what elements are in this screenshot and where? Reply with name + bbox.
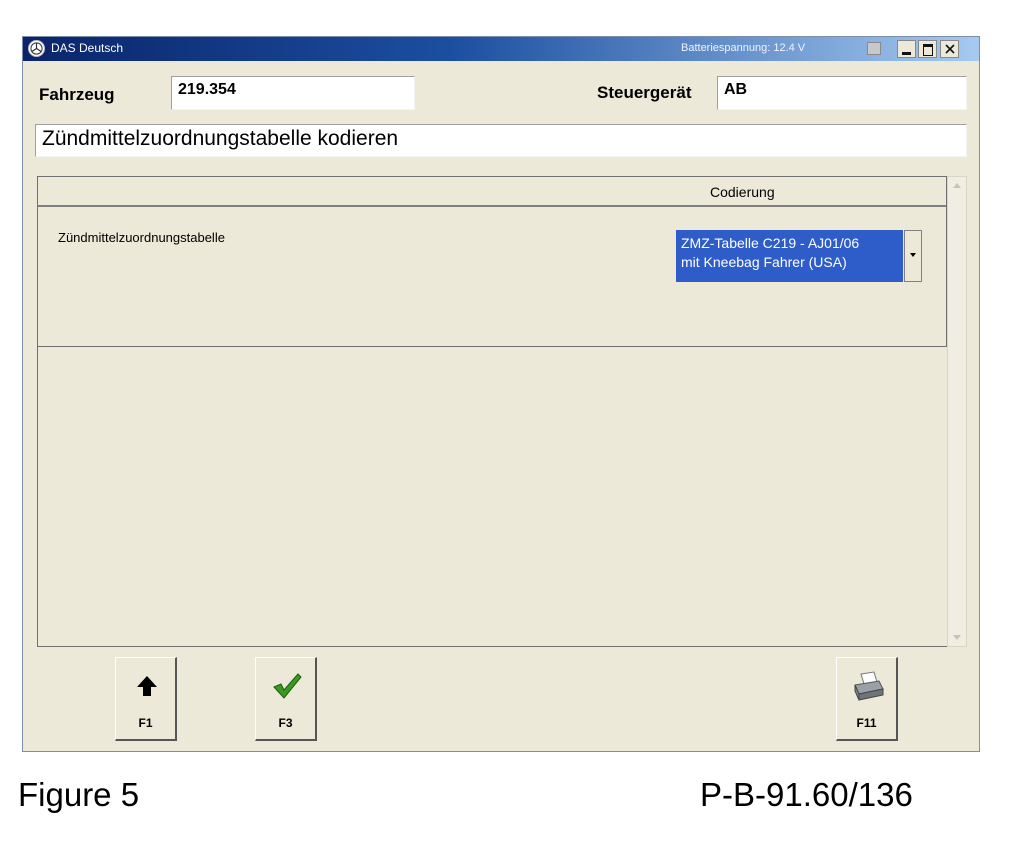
close-button[interactable] bbox=[940, 40, 959, 58]
steuergeraet-field[interactable]: AB bbox=[717, 76, 967, 110]
f3-button[interactable]: F3 bbox=[255, 657, 317, 741]
window-title: DAS Deutsch bbox=[51, 41, 124, 55]
scroll-down-icon[interactable] bbox=[951, 632, 963, 642]
table-row-label: Zündmittelzuordnungstabelle bbox=[58, 230, 225, 245]
vertical-scrollbar[interactable] bbox=[947, 176, 967, 647]
checkmark-icon bbox=[271, 670, 303, 702]
title-bar: DAS Deutsch Batteriespannung: 12.4 V bbox=[23, 37, 979, 61]
f3-label: F3 bbox=[278, 716, 293, 730]
f11-button[interactable]: F11 bbox=[836, 657, 898, 741]
figure-caption: Figure 5 bbox=[18, 776, 140, 813]
dropdown-value-line-2: mit Kneebag Fahrer (USA) bbox=[681, 254, 847, 270]
page-title: Zündmittelzuordnungstabelle kodieren bbox=[35, 124, 967, 157]
mercedes-star-icon bbox=[28, 40, 45, 57]
figure-reference: P-B-91.60/136 bbox=[700, 776, 913, 813]
f1-label: F1 bbox=[138, 716, 153, 730]
das-window: DAS Deutsch Batteriespannung: 12.4 V Fah… bbox=[22, 36, 980, 752]
battery-voltage: Batteriespannung: 12.4 V bbox=[681, 42, 806, 54]
fahrzeug-label: Fahrzeug bbox=[39, 85, 115, 104]
arrow-up-icon bbox=[131, 670, 163, 702]
f1-button[interactable]: F1 bbox=[115, 657, 177, 741]
chevron-down-icon[interactable] bbox=[904, 230, 922, 282]
maximize-button[interactable] bbox=[918, 40, 937, 58]
table-header: Codierung bbox=[38, 177, 946, 207]
column-header-codierung: Codierung bbox=[710, 184, 775, 200]
coding-table: Codierung Zündmittelzuordnungstabelle ZM… bbox=[37, 176, 947, 347]
content-area bbox=[37, 347, 947, 647]
fahrzeug-field[interactable]: 219.354 bbox=[171, 76, 415, 110]
minimize-button[interactable] bbox=[897, 40, 916, 58]
steuergeraet-label: Steuergerät bbox=[597, 83, 692, 102]
dropdown-value-line-1: ZMZ-Tabelle C219 - AJ01/06 bbox=[681, 235, 860, 251]
printer-icon bbox=[852, 670, 884, 702]
codierung-dropdown[interactable]: ZMZ-Tabelle C219 - AJ01/06 mit Kneebag F… bbox=[676, 230, 922, 282]
f11-label: F11 bbox=[856, 716, 877, 730]
battery-icon bbox=[867, 42, 881, 55]
scroll-up-icon[interactable] bbox=[951, 181, 963, 191]
dropdown-selected-value[interactable]: ZMZ-Tabelle C219 - AJ01/06 mit Kneebag F… bbox=[676, 230, 903, 282]
